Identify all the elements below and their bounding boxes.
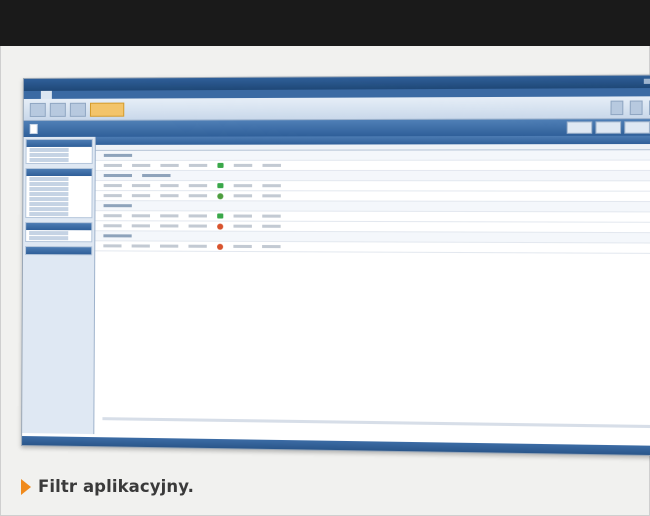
sidebar-group — [25, 167, 93, 219]
orange-triangle-icon — [21, 478, 31, 495]
red-circle-icon — [217, 223, 224, 230]
toolbar-button[interactable] — [49, 102, 66, 117]
horizontal-scrollbar[interactable] — [102, 417, 650, 429]
table-group-row[interactable] — [95, 150, 650, 161]
application-screenshot — [21, 74, 650, 457]
header-button[interactable] — [566, 121, 593, 134]
header-button[interactable] — [595, 121, 622, 134]
page-header — [23, 119, 650, 137]
figure-caption: Filtr aplikacyjny. — [21, 477, 194, 496]
table-row[interactable] — [95, 160, 650, 171]
table-group-row[interactable] — [95, 170, 650, 182]
sidebar-group-header[interactable] — [26, 247, 92, 255]
rules-table — [94, 135, 650, 443]
menu-tab[interactable] — [54, 91, 65, 99]
green-arrow-icon — [217, 162, 224, 168]
toolbar-button-highlighted[interactable] — [89, 102, 125, 117]
status-dot-icon — [217, 192, 224, 199]
sidebar-item[interactable] — [29, 157, 69, 162]
sidebar-item[interactable] — [29, 177, 69, 182]
sidebar-item[interactable] — [29, 197, 69, 202]
toolbar-button[interactable] — [29, 102, 46, 117]
main-body — [22, 135, 650, 443]
toolbar-button[interactable] — [610, 100, 624, 115]
toolbar-right-group — [610, 99, 650, 115]
sidebar-item[interactable] — [29, 192, 69, 197]
toolbar-button[interactable] — [69, 102, 86, 117]
sidebar-item[interactable] — [29, 236, 69, 241]
menu-tab[interactable] — [106, 91, 117, 99]
green-arrow-icon — [217, 183, 224, 189]
sidebar-group — [25, 138, 93, 164]
table-row[interactable] — [95, 181, 650, 192]
sidebar-item[interactable] — [29, 231, 69, 236]
sidebar-item[interactable] — [29, 152, 69, 157]
menu-tab-active[interactable] — [40, 90, 52, 99]
sidebar-group-header[interactable] — [26, 168, 92, 177]
header-buttons — [566, 121, 650, 134]
sidebar-item[interactable] — [29, 182, 69, 187]
menu-tab[interactable] — [28, 91, 39, 99]
sidebar-item[interactable] — [29, 207, 69, 212]
top-dark-band — [0, 0, 650, 46]
green-arrow-icon — [217, 213, 224, 219]
header-button[interactable] — [624, 121, 650, 134]
sidebar-group — [25, 246, 93, 256]
toolbar-button[interactable] — [629, 99, 643, 115]
sidebar-item[interactable] — [29, 212, 69, 217]
minimize-icon[interactable] — [643, 78, 650, 84]
sidebar-item[interactable] — [29, 202, 69, 207]
window-controls — [643, 78, 650, 84]
caption-text: Filtr aplikacyjny. — [38, 477, 194, 496]
sidebar — [22, 136, 96, 435]
red-circle-icon — [216, 243, 224, 250]
toolbar-ribbon — [23, 96, 650, 121]
sidebar-item[interactable] — [29, 187, 69, 192]
sidebar-group-header[interactable] — [26, 139, 92, 147]
table-row[interactable] — [95, 241, 650, 254]
document-icon — [29, 123, 38, 134]
sidebar-item[interactable] — [29, 147, 69, 152]
sidebar-group-header[interactable] — [26, 223, 92, 231]
menu-tab[interactable] — [67, 91, 78, 99]
menu-tab[interactable] — [80, 91, 91, 99]
sidebar-group — [25, 222, 93, 243]
menu-tab[interactable] — [93, 91, 104, 99]
